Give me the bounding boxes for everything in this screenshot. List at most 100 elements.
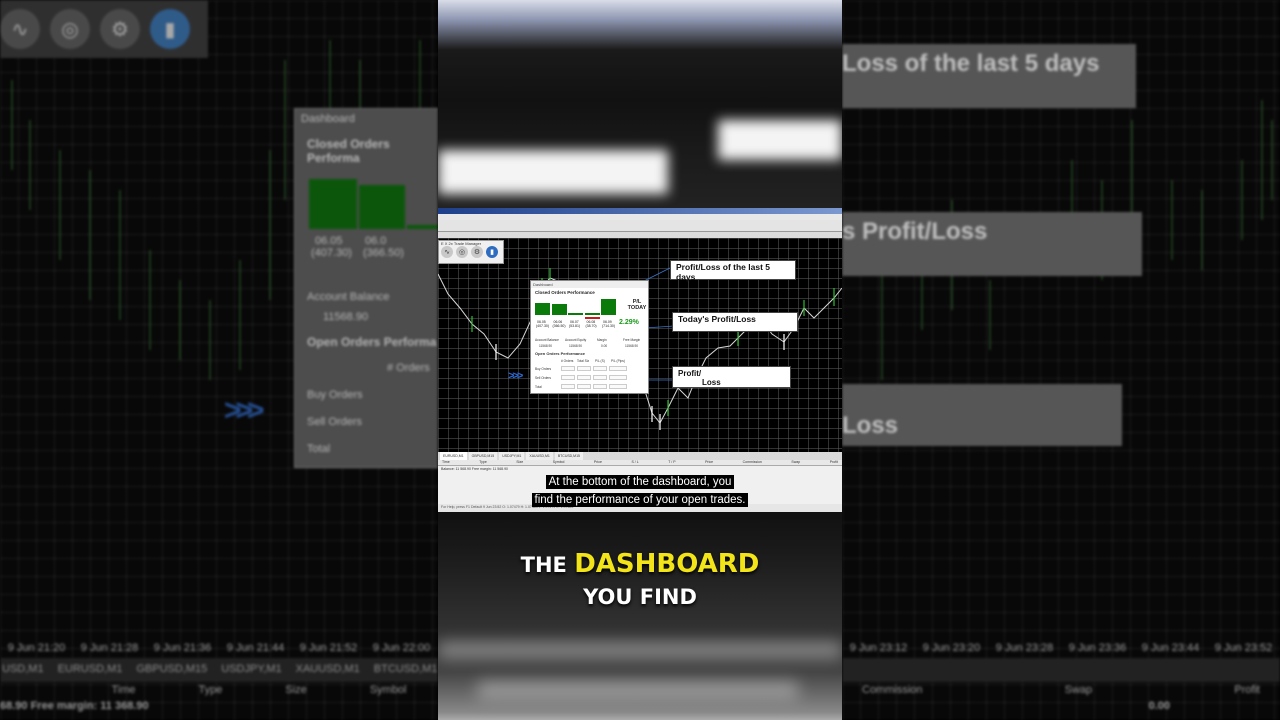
blur-highlight [718,120,842,160]
background-tab: EURUSD,M1 [57,663,123,675]
symbol-tab[interactable]: BTCUSD,M15 [554,452,583,460]
closed-orders-value: (53.81) [569,324,581,328]
terminal-col: Commission [742,460,762,464]
price-chart: E X 2x Trade Manager ∿ ◎ ⚙ ▮ Dashboard C… [438,238,842,452]
pl-percent: 2.29% [619,319,639,326]
gear-icon[interactable]: ⚙ [471,246,483,258]
background-tab: GBPUSD,M15 [136,663,208,675]
open-cell [577,384,591,389]
subtitle-line-2: find the performance of your open trades… [531,493,749,507]
open-col-header: Total Siz [577,359,590,363]
background-row: Buy Orders [307,389,363,401]
background-toolbar: ∿ ◎ ⚙ ▮ [0,0,208,58]
pulse-icon[interactable]: ∿ [441,246,453,258]
terminal-col: Price [593,460,602,464]
blurred-top-area [438,0,842,208]
symbol-tab[interactable]: GBPUSD,M15 [468,452,498,460]
symbol-tab[interactable]: USDJPY,M1 [499,452,525,460]
terminal-col: Swap [791,460,801,464]
account-field-label: Account Equity [565,338,587,342]
gear-icon: ⚙ [100,9,140,49]
background-balance-value: 11568.90 [323,311,369,323]
background-col: Type [198,684,223,696]
background-col: Profit [1234,684,1260,696]
terminal-col: Type [479,460,487,464]
terminal-col: T / P [668,460,676,464]
open-cell [593,375,607,380]
background-col: Swap [1064,684,1093,696]
open-cell [609,366,627,371]
open-cell [593,384,607,389]
account-field-value: 11568.90 [539,344,553,348]
background-col: Commission [862,684,923,696]
background-tab-strip [842,658,1280,682]
background-bar-value: (366.50) [363,247,404,259]
background-callout: Loss of the last 5 days [842,44,1136,108]
open-cell [561,375,575,380]
open-orders-header: Open Orders Performance [535,351,586,356]
open-cell [577,366,591,371]
open-cell [561,366,575,371]
terminal-col: Symbol [552,460,565,464]
background-time-tick: 9 Jun 23:28 [995,642,1054,654]
bar-chart-icon[interactable]: ▮ [486,246,498,258]
closed-orders-bar [551,304,567,315]
background-tab: USD,M1 [2,663,44,675]
background-columns: Time Type Size Symbol [0,684,438,700]
blur-streak [478,682,798,698]
background-time-tick: 9 Jun 22:00 [372,642,431,654]
terminal-col: Time [442,460,450,464]
closed-orders-bar [535,303,550,315]
closed-orders-bar [568,313,583,315]
background-profit-value: 0.00 [1148,700,1170,712]
background-time-tick: 9 Jun 23:36 [1068,642,1127,654]
callout-pl-line1: Profit/ [678,369,702,378]
callout-last-5-days: Profit/Loss of the last 5 days [670,260,796,282]
background-bar [359,185,405,229]
background-time-tick: 9 Jun 21:52 [299,642,358,654]
symbol-tab[interactable]: XAUUSD,M1 [526,452,553,460]
background-left-blurred: ∿ ◎ ⚙ ▮ Dashboard Closed Orders Performa… [0,0,438,720]
open-cell [561,384,575,389]
callout-pl-line2: Loss [702,378,721,388]
video-frame: ∿ ◎ ⚙ ▮ Dashboard Closed Orders Performa… [0,0,1280,720]
open-cell [593,366,607,371]
account-field-value: 0.00 [601,344,608,348]
callout-connector [644,325,675,329]
background-bar [309,179,357,229]
background-orders-col: # Orders [387,362,430,374]
pl-label: P/L TODAY [627,299,647,311]
account-field-label: Free Margin [623,338,641,342]
background-tab: XAUUSD,M1 [295,663,360,675]
caption-line-1: THE DASHBOARD [438,548,842,581]
chevrons-icon: >>> [224,394,264,427]
toolbar [438,220,842,232]
open-col-header: P/L (S) [595,359,605,363]
pulse-icon: ∿ [0,9,40,49]
bar-chart-icon: ▮ [150,9,190,49]
open-col-header: P/L (Pips) [611,359,625,363]
terminal-col: S / L [631,460,639,464]
open-cell [577,375,591,380]
background-col: Symbol [369,684,407,696]
chevrons-icon: >>> [508,370,523,382]
subtitle-line-1: At the bottom of the dashboard, you [545,475,735,489]
open-row-label: Buy Orders [535,367,552,371]
closed-orders-bar [601,299,616,315]
target-icon[interactable]: ◎ [456,246,468,258]
background-col: Time [111,684,136,696]
background-balance-label: Account Balance [307,291,390,303]
background-callout: Loss [842,384,1122,446]
closed-orders-header: Closed Orders Performance [535,290,595,295]
background-right-blurred: Loss of the last 5 days s Profit/Loss Lo… [842,0,1280,720]
background-time-tick: 9 Jun 21:20 [7,642,66,654]
background-bar [407,225,438,229]
account-field-value: 11568.90 [569,344,583,348]
symbol-tab[interactable]: EURUSD,M1 [440,452,467,460]
blurred-bottom-area [438,512,842,720]
caption-highlight: DASHBOARD [574,549,760,579]
video-column: E X 2x Trade Manager ∿ ◎ ⚙ ▮ Dashboard C… [438,0,842,720]
background-bar-date: 06.0 [365,235,387,247]
metatrader-screenshot: E X 2x Trade Manager ∿ ◎ ⚙ ▮ Dashboard C… [438,208,842,512]
terminal-col: Profit [829,460,838,464]
